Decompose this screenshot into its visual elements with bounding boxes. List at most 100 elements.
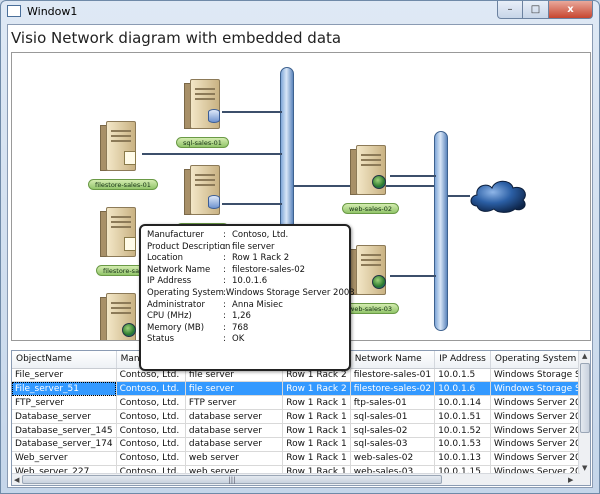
- server-sql-sales-01[interactable]: [184, 79, 224, 137]
- table-cell[interactable]: database server: [185, 437, 284, 452]
- server-ftp-sales-01[interactable]: [100, 293, 140, 340]
- table-row[interactable]: Database_server_174 Contoso, Ltd. database…: [12, 437, 590, 452]
- table-cell[interactable]: Web_server: [12, 451, 117, 466]
- table-cell[interactable]: web-sales-02: [350, 451, 436, 466]
- shape-data-tooltip: Manufacturer: Contoso, Ltd. Product Descri…: [139, 224, 355, 371]
- tooltip-key: Location: [147, 253, 183, 264]
- table-cell[interactable]: 10.0.1.14: [434, 395, 491, 411]
- table-cell[interactable]: 10.0.1.6: [434, 381, 491, 397]
- tooltip-row: CPU (MHz):1,26: [147, 311, 349, 323]
- table-cell[interactable]: FTP server: [185, 395, 284, 411]
- table-cell[interactable]: Contoso, Ltd.: [116, 381, 186, 397]
- tooltip-row: Product Description: file server: [147, 242, 349, 254]
- server-web-sales-03[interactable]: [350, 245, 390, 303]
- window-title: Window1: [27, 5, 78, 18]
- main-window: Window1 – □ x Visio Network diagram with…: [0, 0, 600, 494]
- table-cell[interactable]: sql-sales-02: [350, 423, 436, 438]
- scroll-left-arrow-icon[interactable]: ◀: [14, 476, 19, 484]
- table-cell[interactable]: 10.0.1.13: [434, 451, 491, 466]
- server-filestore-sales-01[interactable]: [100, 121, 140, 179]
- maximize-button[interactable]: □: [523, 1, 549, 19]
- server-filestore-sales-02[interactable]: [100, 207, 140, 265]
- table-cell[interactable]: Database_server_145: [12, 423, 117, 438]
- table-row[interactable]: Web_server Contoso, Ltd. web server Row 1 R…: [12, 451, 590, 466]
- table-row[interactable]: Database_server Contoso, Ltd. database ser…: [12, 409, 590, 425]
- table-cell[interactable]: sql-sales-03: [350, 437, 436, 452]
- internet-cloud-icon: [470, 180, 526, 213]
- table-cell[interactable]: Row 1 Rack 1: [282, 451, 351, 466]
- scroll-right-arrow-icon[interactable]: ▶: [568, 476, 573, 484]
- server-web-sales-02[interactable]: [350, 145, 390, 203]
- table-cell[interactable]: Windows Server 2003, Datacenter Edition: [490, 409, 590, 425]
- table-cell[interactable]: database server: [185, 423, 284, 438]
- table-cell[interactable]: Contoso, Ltd.: [116, 451, 186, 466]
- table-cell[interactable]: Contoso, Ltd.: [116, 395, 186, 411]
- table-cell[interactable]: Row 1 Rack 2: [282, 381, 351, 397]
- table-cell[interactable]: Contoso, Ltd.: [116, 423, 186, 438]
- tooltip-separator: :: [223, 311, 226, 322]
- table-cell[interactable]: Windows Storage Server 2003: [490, 368, 590, 383]
- database-icon: [208, 195, 220, 209]
- table-cell[interactable]: Contoso, Ltd.: [116, 409, 186, 425]
- tooltip-key: Product Description: [147, 241, 231, 252]
- table-cell[interactable]: Windows Storage Server 2003: [490, 381, 590, 397]
- horizontal-scrollbar[interactable]: ◀ ||| ▶: [12, 473, 590, 485]
- table-cell[interactable]: File_server: [12, 368, 117, 383]
- table-cell[interactable]: sql-sales-01: [350, 409, 436, 425]
- table-cell[interactable]: filestore-sales-01: [350, 368, 436, 383]
- table-cell[interactable]: Contoso, Ltd.: [116, 437, 186, 452]
- column-header[interactable]: Network Name: [350, 351, 436, 369]
- table-cell[interactable]: web server: [185, 451, 284, 466]
- horizontal-scroll-thumb[interactable]: |||: [22, 475, 442, 484]
- table-cell[interactable]: file server: [185, 381, 284, 397]
- table-row[interactable]: File_server_51 Contoso, Ltd. file server Ro…: [12, 381, 590, 397]
- tooltip-key: Status: [147, 334, 175, 345]
- scroll-grip: |||: [228, 476, 236, 484]
- window-icon: [7, 5, 21, 17]
- tooltip-separator: :: [223, 253, 226, 264]
- table-cell[interactable]: Database_server_174: [12, 437, 117, 452]
- table-row[interactable]: Database_server_145 Contoso, Ltd. database…: [12, 423, 590, 438]
- table-cell[interactable]: 10.0.1.51: [434, 409, 491, 425]
- tooltip-row: Network Name: filestore-sales-02: [147, 265, 349, 277]
- tooltip-key: Operating System: [147, 287, 224, 298]
- table-cell[interactable]: Row 1 Rack 1: [282, 423, 351, 438]
- title-bar[interactable]: Window1 – □ x: [1, 1, 599, 23]
- column-header[interactable]: IP Address: [434, 351, 491, 369]
- table-row[interactable]: FTP_server Contoso, Ltd. FTP server Row 1 R…: [12, 395, 590, 411]
- table-cell[interactable]: 10.0.1.5: [434, 368, 491, 383]
- tooltip-value: 1,26: [232, 311, 251, 322]
- table-cell[interactable]: Row 1 Rack 1: [282, 409, 351, 425]
- table-cell[interactable]: File_server_51: [12, 381, 117, 397]
- scroll-down-arrow-icon[interactable]: ▼: [582, 464, 587, 472]
- table-cell[interactable]: ftp-sales-01: [350, 395, 436, 411]
- tooltip-separator: :: [223, 299, 226, 310]
- tooltip-separator: :: [223, 264, 226, 275]
- server-sql-sales-02[interactable]: [184, 165, 224, 223]
- table-cell[interactable]: FTP_server: [12, 395, 117, 411]
- wire: [222, 203, 282, 205]
- file-icon: [124, 237, 136, 251]
- wire: [390, 175, 436, 177]
- table-cell[interactable]: filestore-sales-02: [350, 381, 436, 397]
- minimize-button[interactable]: –: [497, 1, 523, 19]
- table-cell[interactable]: 10.0.1.52: [434, 423, 491, 438]
- server-label-web-sales-02: web-sales-02: [342, 203, 399, 214]
- table-cell[interactable]: Windows Server 2003, Datacenter Edition: [490, 437, 590, 452]
- close-button[interactable]: x: [549, 1, 593, 19]
- table-cell[interactable]: Windows Server 2003, Web Edition: [490, 451, 590, 466]
- table-cell[interactable]: Row 1 Rack 1: [282, 437, 351, 452]
- table-cell[interactable]: Row 1 Rack 1: [282, 395, 351, 411]
- table-cell[interactable]: Windows Server 2003, Standard Edition: [490, 395, 590, 411]
- tooltip-key: IP Address: [147, 276, 192, 287]
- column-header[interactable]: ObjectName: [12, 351, 117, 369]
- vertical-scrollbar[interactable]: ▲ ▼: [578, 351, 590, 473]
- column-header[interactable]: Operating System: [490, 351, 590, 369]
- server-label-sql-sales-01: sql-sales-01: [176, 137, 229, 148]
- table-cell[interactable]: 10.0.1.53: [434, 437, 491, 452]
- table-cell[interactable]: Database_server: [12, 409, 117, 425]
- table-cell[interactable]: Windows Server 2003, Datacenter Edition: [490, 423, 590, 438]
- table-cell[interactable]: database server: [185, 409, 284, 425]
- vertical-scroll-thumb[interactable]: [580, 363, 590, 433]
- scroll-up-arrow-icon[interactable]: ▲: [582, 352, 587, 360]
